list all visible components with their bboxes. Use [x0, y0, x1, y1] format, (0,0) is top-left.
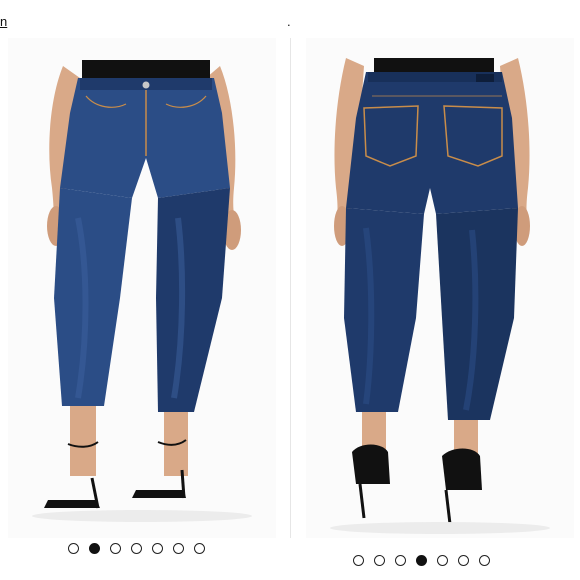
carousel-front-dot-1[interactable]: [68, 543, 79, 554]
carousel-dots-back: [353, 555, 490, 566]
carousel-front-dot-6[interactable]: [173, 543, 184, 554]
carousel-front-dot-3[interactable]: [110, 543, 121, 554]
carousel-back-dot-7[interactable]: [479, 555, 490, 566]
jeans-back-illustration: [330, 58, 550, 534]
carousel-front-dot-2[interactable]: [89, 543, 100, 554]
carousel-back-dot-6[interactable]: [458, 555, 469, 566]
carousel-back-dot-1[interactable]: [353, 555, 364, 566]
carousel-back-dot-2[interactable]: [374, 555, 385, 566]
carousel-dots-front: [68, 543, 205, 554]
product-image-back[interactable]: [306, 38, 574, 538]
header-link-text[interactable]: n: [0, 14, 7, 29]
carousel-front-dot-5[interactable]: [152, 543, 163, 554]
carousel-back-dot-5[interactable]: [437, 555, 448, 566]
gallery-divider: [290, 38, 291, 538]
carousel-front-dot-7[interactable]: [194, 543, 205, 554]
jeans-front-illustration: [32, 60, 252, 522]
carousel-back-dot-4[interactable]: [416, 555, 427, 566]
header-separator: .: [287, 14, 291, 29]
product-image-front[interactable]: [8, 38, 276, 538]
carousel-front-dot-4[interactable]: [131, 543, 142, 554]
carousel-back-dot-3[interactable]: [395, 555, 406, 566]
